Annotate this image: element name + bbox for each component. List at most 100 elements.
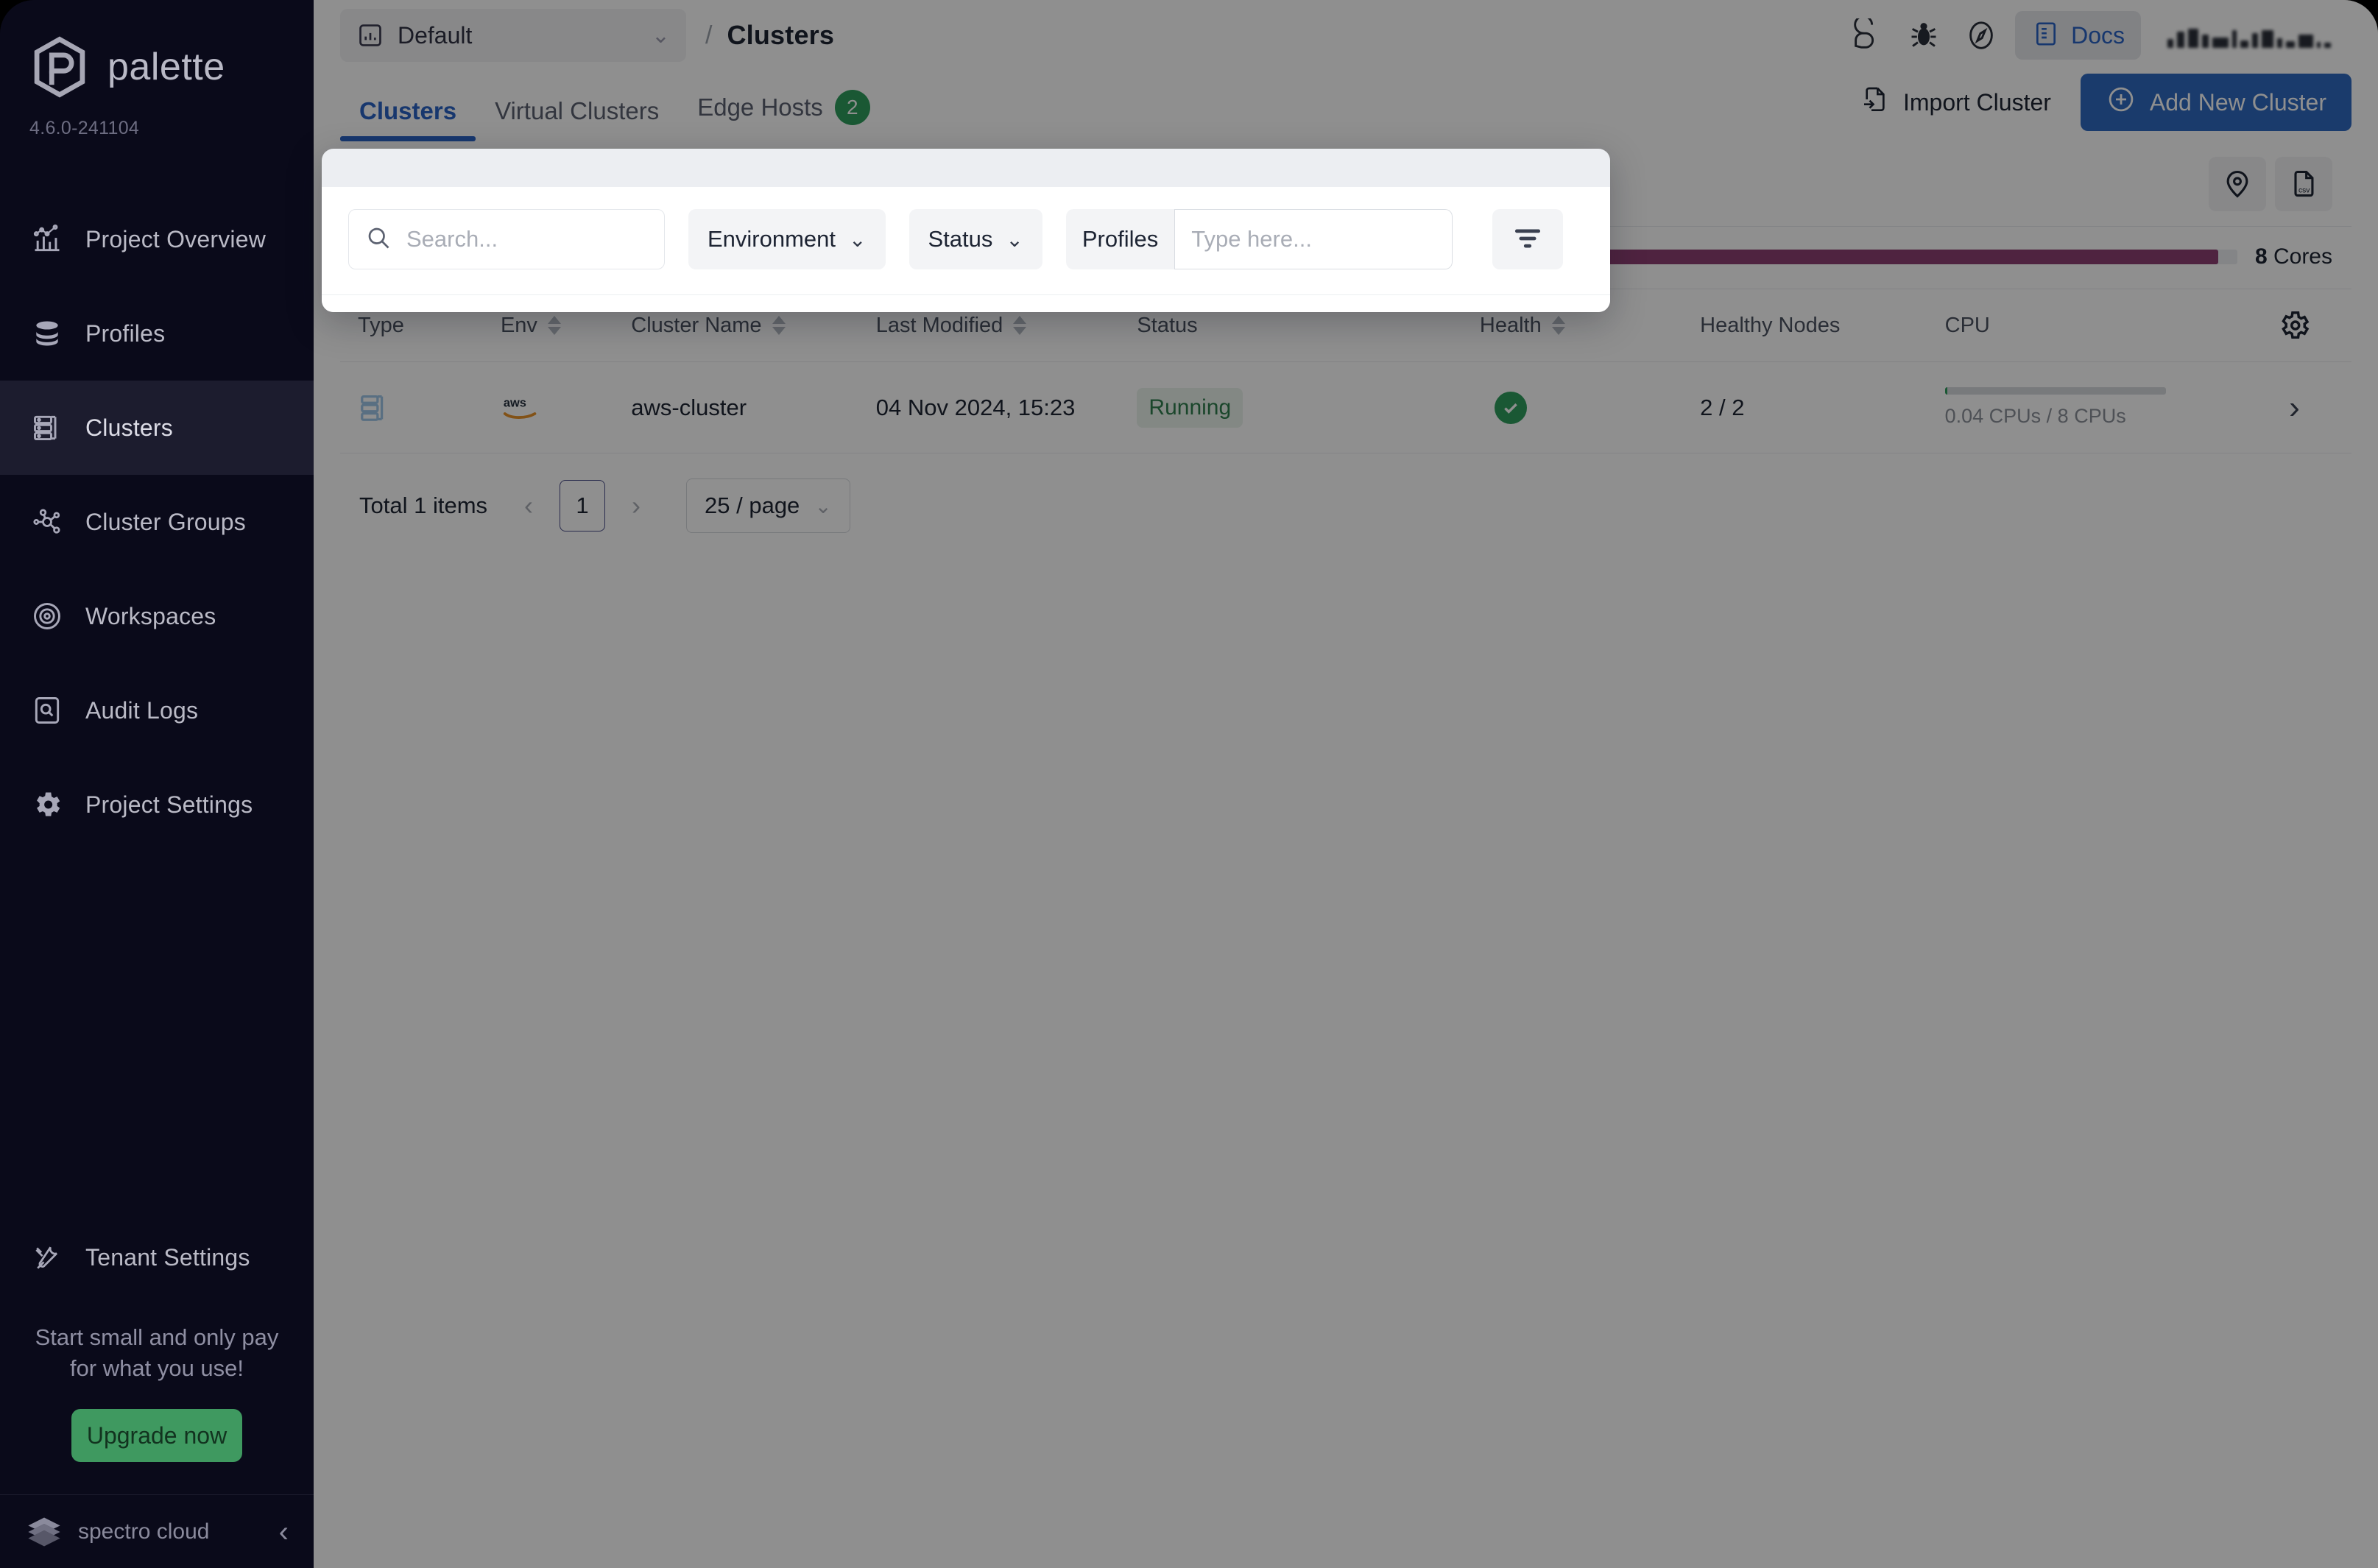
sidebar-item-audit-logs[interactable]: Audit Logs bbox=[0, 663, 314, 757]
server-rack-icon bbox=[31, 412, 63, 444]
apply-filter-button[interactable] bbox=[1492, 209, 1564, 269]
app-root: palette 4.6.0-241104 Project Overview Pr… bbox=[0, 0, 2378, 1568]
user-account-redacted[interactable] bbox=[2167, 23, 2351, 48]
bug-icon[interactable] bbox=[1900, 12, 1947, 59]
search-input[interactable] bbox=[406, 226, 648, 252]
clusters-table: Type Env Cluster Name Last Modified Stat… bbox=[340, 289, 2351, 453]
sidebar-item-label: Clusters bbox=[85, 414, 173, 441]
column-settings[interactable] bbox=[2237, 289, 2351, 362]
chevron-right-icon[interactable]: › bbox=[2237, 389, 2351, 426]
chevron-left-icon[interactable]: ‹ bbox=[279, 1517, 289, 1547]
sidebar-item-clusters[interactable]: Clusters bbox=[0, 381, 314, 475]
sidebar-item-profiles[interactable]: Profiles bbox=[0, 286, 314, 381]
gear-icon bbox=[31, 788, 63, 821]
cell-status: Running bbox=[1119, 361, 1462, 453]
page-size-selector[interactable]: 25 / page ⌄ bbox=[686, 478, 850, 533]
filter-panel-top-strip bbox=[322, 149, 1610, 187]
healthy-nodes-value: 2 / 2 bbox=[1700, 394, 1745, 420]
project-name: Default bbox=[398, 21, 473, 49]
profiles-input[interactable] bbox=[1191, 226, 1436, 252]
add-new-cluster-button[interactable]: Add New Cluster bbox=[2080, 74, 2351, 131]
import-cluster-button[interactable]: Import Cluster bbox=[1838, 75, 2073, 130]
tab-virtual-clusters[interactable]: Virtual Clusters bbox=[476, 97, 678, 141]
tab-label: Clusters bbox=[359, 97, 457, 124]
promo-line-1: Start small and only pay bbox=[35, 1324, 279, 1351]
sidebar-item-label: Workspaces bbox=[85, 602, 216, 629]
sidebar-item-project-settings[interactable]: Project Settings bbox=[0, 757, 314, 852]
sort-toggle-icon[interactable] bbox=[1551, 316, 1565, 335]
column-healthy-nodes[interactable]: Healthy Nodes bbox=[1682, 289, 1927, 362]
profiles-filter: Profiles bbox=[1065, 209, 1453, 269]
sort-toggle-icon[interactable] bbox=[772, 316, 786, 335]
sidebar-item-project-overview[interactable]: Project Overview bbox=[0, 192, 314, 286]
pagination-page-1[interactable]: 1 bbox=[560, 480, 606, 532]
filter-panel: Environment ⌄ Status ⌄ Profiles bbox=[322, 149, 1610, 312]
project-selector[interactable]: Default ⌄ bbox=[340, 9, 686, 62]
upgrade-promo: Start small and only pay for what you us… bbox=[0, 1302, 314, 1462]
sidebar: palette 4.6.0-241104 Project Overview Pr… bbox=[0, 0, 314, 1568]
sidebar-item-tenant-settings[interactable]: Tenant Settings bbox=[0, 1213, 314, 1302]
sort-toggle-icon[interactable] bbox=[547, 316, 561, 335]
chat-bubbles-icon[interactable] bbox=[1843, 12, 1890, 59]
column-label: Health bbox=[1479, 313, 1542, 337]
chevron-down-icon: ⌄ bbox=[814, 494, 832, 518]
upgrade-now-button[interactable]: Upgrade now bbox=[71, 1409, 242, 1462]
tabs-bar: Clusters Virtual Clusters Edge Hosts 2 I… bbox=[314, 71, 2378, 141]
sidebar-item-label: Project Overview bbox=[85, 225, 267, 252]
cell-env: aws bbox=[482, 361, 614, 453]
sidebar-footer: spectro cloud ‹ bbox=[0, 1494, 314, 1568]
tabs: Clusters Virtual Clusters Edge Hosts 2 bbox=[340, 90, 889, 141]
brand: palette bbox=[0, 0, 314, 99]
add-new-cluster-label: Add New Cluster bbox=[2149, 88, 2326, 116]
top-header: Default ⌄ / Clusters Docs bbox=[314, 0, 2378, 71]
cores-value: 8 bbox=[2254, 244, 2268, 269]
cell-cluster-name: aws-cluster bbox=[613, 361, 858, 453]
filter-panel-body: Environment ⌄ Status ⌄ Profiles bbox=[322, 187, 1610, 294]
chevron-down-icon: ⌄ bbox=[849, 227, 867, 251]
status-filter-label: Status bbox=[928, 226, 993, 252]
cpu-value: 0.04 CPUs / 8 CPUs bbox=[1944, 405, 2126, 427]
breadcrumb-separator: / bbox=[705, 21, 713, 49]
tab-edge-hosts[interactable]: Edge Hosts 2 bbox=[678, 90, 889, 141]
sidebar-item-workspaces[interactable]: Workspaces bbox=[0, 569, 314, 663]
cell-expand: › bbox=[2237, 361, 2351, 453]
last-modified-value: 04 Nov 2024, 15:23 bbox=[875, 394, 1076, 420]
docs-button[interactable]: Docs bbox=[2015, 11, 2141, 60]
environment-filter-dropdown[interactable]: Environment ⌄ bbox=[688, 209, 886, 269]
pagination-prev-icon[interactable]: ‹ bbox=[517, 490, 540, 521]
pagination-next-icon[interactable]: › bbox=[624, 490, 648, 521]
promo-line-2: for what you use! bbox=[69, 1355, 244, 1382]
page-size-label: 25 / page bbox=[705, 492, 800, 518]
tab-clusters[interactable]: Clusters bbox=[340, 97, 476, 141]
book-icon bbox=[2031, 19, 2061, 52]
csv-file-icon[interactable]: csv bbox=[2275, 156, 2332, 211]
breadcrumb-title: Clusters bbox=[727, 20, 835, 50]
chevron-down-icon: ⌄ bbox=[651, 23, 670, 48]
column-label: Status bbox=[1137, 313, 1198, 337]
sidebar-nav: Project Overview Profiles Clusters Clust… bbox=[0, 192, 314, 852]
column-label: Type bbox=[358, 313, 404, 337]
status-filter-dropdown[interactable]: Status ⌄ bbox=[908, 209, 1042, 269]
cell-type bbox=[340, 361, 483, 453]
chart-bar-icon bbox=[31, 223, 63, 255]
cell-last-modified: 04 Nov 2024, 15:23 bbox=[858, 361, 1120, 453]
sidebar-item-label: Cluster Groups bbox=[85, 508, 246, 535]
brand-name: palette bbox=[107, 46, 225, 88]
table-settings-gear-icon[interactable] bbox=[2237, 308, 2351, 342]
column-label: Cluster Name bbox=[631, 313, 762, 337]
sidebar-item-label: Project Settings bbox=[85, 791, 253, 818]
pagination: Total 1 items ‹ 1 › 25 / page ⌄ bbox=[340, 453, 2351, 562]
compass-icon[interactable] bbox=[1958, 12, 2005, 59]
sidebar-item-cluster-groups[interactable]: Cluster Groups bbox=[0, 475, 314, 569]
import-cluster-label: Import Cluster bbox=[1902, 88, 2051, 116]
column-cpu[interactable]: CPU bbox=[1927, 289, 2237, 362]
spectro-cloud-logo-icon bbox=[25, 1513, 63, 1551]
map-pin-icon[interactable] bbox=[2209, 156, 2266, 211]
chart-square-icon bbox=[356, 21, 384, 49]
sidebar-item-label: Profiles bbox=[85, 319, 166, 347]
table-row[interactable]: aws aws-cluster 04 Nov 2024, 15:23 Runni… bbox=[340, 361, 2351, 453]
sort-toggle-icon[interactable] bbox=[1013, 316, 1027, 335]
profiles-input-wrap[interactable] bbox=[1174, 209, 1453, 269]
search-field[interactable] bbox=[348, 209, 665, 269]
